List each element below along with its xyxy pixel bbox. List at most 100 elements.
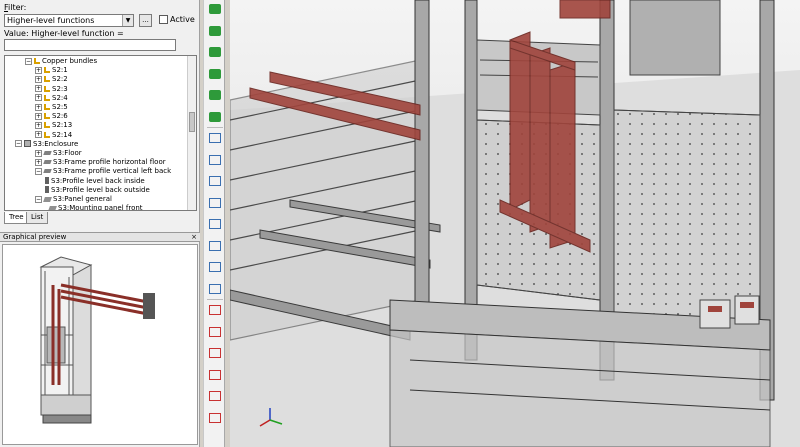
tree-item[interactable]: + S2:1 — [35, 66, 68, 75]
tree-item[interactable]: + S2:13 — [35, 121, 72, 130]
expand-icon[interactable]: + — [35, 103, 42, 111]
profile-icon — [45, 177, 49, 185]
chevron-down-icon[interactable]: ▼ — [122, 15, 133, 26]
view-toolbar — [203, 0, 225, 447]
function-tree[interactable]: − Copper bundles + S2:1 + S2:2 + S2:3 + S2:4 + S2:5… — [4, 55, 197, 211]
value-input[interactable] — [4, 39, 176, 51]
tree-item[interactable]: + S2:4 — [35, 94, 68, 103]
view-right-icon[interactable] — [209, 68, 221, 79]
tab-tree[interactable]: Tree — [4, 212, 29, 224]
mirror-icon[interactable] — [209, 305, 221, 315]
expand-icon[interactable]: + — [35, 75, 42, 83]
expand-icon[interactable]: + — [35, 158, 42, 166]
enclosure-icon — [24, 140, 31, 148]
zoom-icon[interactable] — [209, 133, 221, 143]
tree-item-label: Copper bundles — [42, 57, 98, 65]
tree-item[interactable]: + S2:3 — [35, 85, 68, 94]
tree-item[interactable]: − S3:Panel general — [35, 195, 112, 204]
bundle-icon — [44, 76, 50, 83]
tree-item[interactable]: − S3:Enclosure — [15, 140, 78, 149]
panel-icon — [43, 196, 52, 202]
tree-item-label: S3:Frame profile vertical left back — [53, 167, 172, 176]
tree-item[interactable]: + S2:5 — [35, 103, 68, 112]
tree-item[interactable]: + S2:6 — [35, 112, 68, 121]
filter-dropdown[interactable]: Higher-level functions ▼ — [4, 14, 134, 27]
bundle-icon — [44, 67, 50, 74]
delete-icon[interactable] — [209, 412, 221, 423]
floor-icon — [43, 160, 52, 165]
graphical-preview — [2, 244, 198, 445]
toolbar-separator — [207, 298, 223, 300]
place-icon[interactable] — [209, 262, 221, 272]
tree-item[interactable]: + S3:Frame profile horizontal floor — [35, 158, 166, 167]
tree-item[interactable]: − Copper bundles — [25, 57, 97, 66]
bundle-icon — [44, 94, 50, 101]
close-icon[interactable]: × — [191, 233, 197, 242]
active-label: Active — [170, 15, 195, 24]
collapse-icon[interactable]: − — [35, 167, 42, 175]
floor-icon — [43, 151, 52, 155]
rotate-part-icon[interactable] — [209, 369, 221, 380]
profile-icon — [45, 186, 49, 194]
expand-icon[interactable]: + — [35, 85, 42, 93]
expand-icon[interactable]: + — [35, 121, 42, 129]
tree-item[interactable]: − S3:Frame profile vertical left back — [35, 167, 171, 176]
active-checkbox[interactable] — [159, 15, 168, 24]
filter-ellipsis-button[interactable]: ... — [139, 14, 152, 27]
expand-icon[interactable]: + — [35, 66, 42, 74]
dimension-icon[interactable] — [209, 391, 221, 401]
navigator-panel: Filter: Higher-level functions ▼ ... Act… — [0, 0, 200, 447]
tree-item[interactable]: + S3:Floor — [35, 149, 82, 158]
collapse-icon[interactable]: − — [35, 195, 42, 203]
pan-icon[interactable] — [209, 176, 221, 186]
tree-item-label: S3:Profile level back inside — [51, 176, 145, 185]
tree-item[interactable]: + S2:14 — [35, 131, 72, 140]
preview-header: Graphical preview × — [0, 232, 200, 242]
select-icon[interactable] — [209, 197, 221, 208]
view-top-icon[interactable] — [209, 90, 221, 100]
tree-item-label: S2:3 — [52, 84, 68, 93]
expand-icon[interactable]: + — [35, 131, 42, 139]
tree-item-label: S3:Enclosure — [33, 139, 79, 148]
collapse-icon[interactable]: − — [25, 57, 32, 65]
cabinet-3d-drawing — [230, 0, 800, 447]
tree-item[interactable]: + S2:2 — [35, 75, 68, 84]
tree-item-label: S2:5 — [52, 103, 68, 111]
tree-item-label: S2:1 — [52, 66, 68, 75]
tree-item[interactable]: S3:Mounting panel front — [48, 204, 143, 211]
bundle-icon — [44, 104, 50, 110]
copy-icon[interactable] — [209, 326, 221, 337]
tree-item-label: S2:13 — [52, 121, 73, 130]
value-label: Value: Higher-level function = — [4, 29, 124, 38]
rotate-icon[interactable] — [209, 154, 221, 165]
tree-item-label: S2:2 — [52, 75, 68, 84]
view-bottom-icon[interactable] — [209, 111, 221, 122]
move-icon[interactable] — [209, 348, 221, 358]
bundle-icon — [44, 113, 50, 120]
tree-scrollbar[interactable] — [187, 56, 196, 210]
filter-selected-value: Higher-level functions — [7, 16, 95, 25]
tab-list[interactable]: List — [26, 212, 49, 224]
tree-item-label: S3:Mounting panel front — [58, 204, 143, 211]
tree-item-label: S2:6 — [52, 112, 68, 121]
scrollbar-thumb[interactable] — [189, 112, 195, 132]
view-front-icon[interactable] — [209, 4, 221, 14]
panel-icon — [48, 205, 57, 210]
view-left-icon[interactable] — [209, 47, 221, 57]
toolbar-separator — [207, 126, 223, 128]
measure-icon[interactable] — [209, 219, 221, 229]
align-icon[interactable] — [209, 283, 221, 294]
expand-icon[interactable]: + — [35, 94, 42, 102]
bundle-icon — [34, 58, 40, 64]
tree-item-label: S3:Profile level back outside — [51, 185, 150, 194]
tree-item[interactable]: S3:Profile level back inside — [45, 177, 145, 186]
tree-item[interactable]: S3:Profile level back outside — [45, 186, 150, 195]
expand-icon[interactable]: + — [35, 112, 42, 120]
collapse-icon[interactable]: − — [15, 140, 22, 148]
expand-icon[interactable]: + — [35, 149, 42, 157]
view-back-icon[interactable] — [209, 25, 221, 36]
section-icon[interactable] — [209, 240, 221, 251]
tree-item-label: S3:Frame profile horizontal floor — [53, 158, 166, 167]
3d-viewport[interactable] — [230, 0, 800, 447]
preview-enclosure-drawing — [39, 256, 155, 424]
